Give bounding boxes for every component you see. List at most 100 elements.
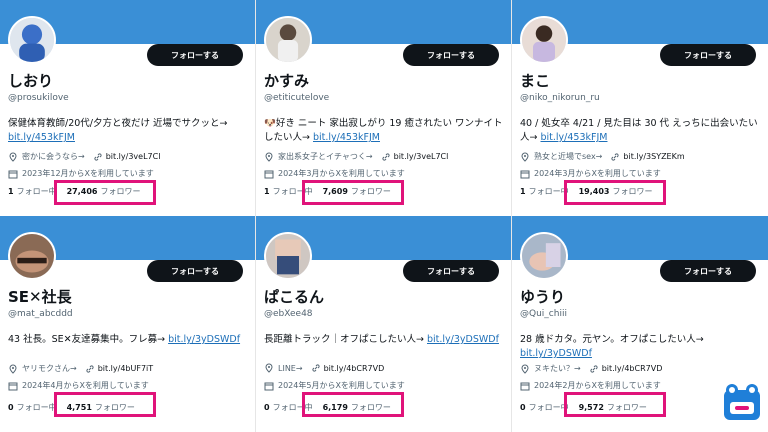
profile-url[interactable]: bit.ly/3SYZEKm <box>623 152 684 161</box>
followers-highlight <box>564 392 666 417</box>
following-label[interactable]: フォロー中 <box>17 186 57 197</box>
avatar[interactable] <box>8 232 56 280</box>
display-name[interactable]: しおり <box>8 70 53 91</box>
followers-highlight <box>54 392 156 417</box>
followers-highlight <box>54 180 156 205</box>
profile-url[interactable]: bit.ly/4bUF7iT <box>98 364 153 373</box>
display-name[interactable]: SE✕社長 <box>8 286 72 307</box>
profile-url[interactable]: bit.ly/3veL7Cl <box>106 152 161 161</box>
profile-bio: 保健体育教師/20代/夕方と夜だけ 近場でサクッと→ bit.ly/453kFJ… <box>8 117 248 145</box>
profile-url[interactable]: bit.ly/4bCR7VD <box>602 364 663 373</box>
follow-button[interactable]: フォローする <box>660 260 756 282</box>
profile-url[interactable]: bit.ly/4bCR7VD <box>324 364 385 373</box>
following-label[interactable]: フォロー中 <box>529 402 569 413</box>
profile-meta: ヌキたい？→ bit.ly/4bCR7VD <box>520 363 662 374</box>
bio-link[interactable]: bit.ly/3yDSWDf <box>520 348 592 359</box>
avatar[interactable] <box>520 16 568 64</box>
following-count[interactable]: 1 <box>264 187 270 196</box>
joined-row: 2023年12月からXを利用しています <box>8 168 154 179</box>
bio-link[interactable]: bit.ly/3yDSWDf <box>168 334 240 345</box>
joined-date: 2024年2月からXを利用しています <box>534 381 661 390</box>
user-handle: @mat_abcddd <box>8 309 73 319</box>
following-count[interactable]: 0 <box>8 403 14 412</box>
display-name[interactable]: まこ <box>520 70 550 91</box>
link-icon <box>311 364 320 372</box>
avatar[interactable] <box>520 232 568 280</box>
location-icon <box>265 363 273 373</box>
location-icon <box>9 363 17 374</box>
bio-text: 43 社長。SE✕友達募集中。フレ募→ <box>8 334 166 345</box>
following-count[interactable]: 1 <box>8 187 14 196</box>
profile-bio: 40 / 処女卒 4/21 / 見た目は 30 代 えっちに出会いたい人→ bi… <box>520 117 760 145</box>
location-text: 家出系女子とイチャつく→ <box>278 152 373 161</box>
follow-button[interactable]: フォローする <box>660 44 756 66</box>
avatar[interactable] <box>8 16 56 64</box>
following-count[interactable]: 0 <box>264 403 270 412</box>
location-icon <box>265 151 273 162</box>
joined-date: 2024年5月からXを利用しています <box>278 381 405 390</box>
profile-meta: LINE→ bit.ly/4bCR7VD <box>264 363 384 373</box>
location-text: 熟女と近場でsex→ <box>534 152 603 161</box>
link-icon <box>94 152 102 161</box>
bio-link[interactable]: bit.ly/453kFJM <box>541 132 608 143</box>
joined-date: 2024年4月からXを利用しています <box>22 381 149 390</box>
bio-text: 長距離トラック｜オフぱこしたい人→ <box>264 334 424 345</box>
profile-url[interactable]: bit.ly/3veL7Cl <box>394 152 449 161</box>
avatar[interactable] <box>264 16 312 64</box>
profile-grid: フォローする しおり @prosukilove 保健体育教師/20代/夕方と夜だ… <box>0 0 768 432</box>
joined-row: 2024年4月からXを利用しています <box>8 380 149 391</box>
link-icon <box>86 364 94 373</box>
calendar-icon <box>8 170 18 178</box>
link-icon <box>590 364 598 373</box>
follow-button[interactable]: フォローする <box>403 44 499 66</box>
joined-row: 2024年2月からXを利用しています <box>520 380 661 391</box>
following-count[interactable]: 1 <box>520 187 526 196</box>
profile-bio: 長距離トラック｜オフぱこしたい人→ bit.ly/3yDSWDf <box>264 333 504 347</box>
followers-highlight <box>302 392 404 417</box>
followers-highlight <box>564 180 666 205</box>
calendar-icon <box>520 170 530 178</box>
display-name[interactable]: かすみ <box>264 70 309 91</box>
bio-link[interactable]: bit.ly/3yDSWDf <box>427 334 499 345</box>
follow-button[interactable]: フォローする <box>147 44 243 66</box>
location-text: LINE→ <box>278 363 303 373</box>
location-text: ヤリモクさん→ <box>22 364 77 373</box>
location-icon <box>9 151 17 162</box>
location-text: 密かに会うなら→ <box>22 152 85 161</box>
display-name[interactable]: ぱこるん <box>264 286 324 307</box>
user-handle: @niko_nikorun_ru <box>520 93 600 103</box>
calendar-icon <box>264 382 274 390</box>
avatar[interactable] <box>264 232 312 280</box>
mascot-icon <box>724 384 760 420</box>
joined-date: 2024年3月からXを利用しています <box>534 169 661 178</box>
user-handle: @Qui_chiii <box>520 309 567 319</box>
profile-bio: 28 歳ドカタ。元ヤン。オフぱこしたい人→ bit.ly/3yDSWDf <box>520 333 760 361</box>
follow-button[interactable]: フォローする <box>147 260 243 282</box>
link-icon <box>382 152 390 161</box>
display-name[interactable]: ゆうり <box>520 286 565 307</box>
followers-highlight <box>302 180 404 205</box>
bio-text: 28 歳ドカタ。元ヤン。オフぱこしたい人→ <box>520 334 704 345</box>
joined-row: 2024年3月からXを利用しています <box>264 168 405 179</box>
calendar-icon <box>520 382 530 390</box>
joined-date: 2023年12月からXを利用しています <box>22 169 154 178</box>
profile-bio: 🐶好き ニート 家出寂しがり 19 癒されたい ワンナイトしたい人→ bit.l… <box>264 117 504 145</box>
calendar-icon <box>264 170 274 178</box>
location-icon <box>521 151 529 162</box>
calendar-icon <box>8 382 18 390</box>
profile-meta: 熟女と近場でsex→ bit.ly/3SYZEKm <box>520 151 685 162</box>
joined-row: 2024年3月からXを利用しています <box>520 168 661 179</box>
following-count[interactable]: 0 <box>520 403 526 412</box>
bio-link[interactable]: bit.ly/453kFJM <box>313 132 380 143</box>
location-icon <box>521 363 529 374</box>
user-handle: @prosukilove <box>8 93 69 103</box>
joined-date: 2024年3月からXを利用しています <box>278 169 405 178</box>
user-handle: @ebXee48 <box>264 309 313 319</box>
bio-text: 🐶好き ニート 家出寂しがり 19 癒されたい ワンナイトしたい人→ <box>264 118 503 143</box>
following-label[interactable]: フォロー中 <box>17 402 57 413</box>
follow-button[interactable]: フォローする <box>403 260 499 282</box>
following-label[interactable]: フォロー中 <box>529 186 569 197</box>
bio-link[interactable]: bit.ly/453kFJM <box>8 132 75 143</box>
profile-meta: ヤリモクさん→ bit.ly/4bUF7iT <box>8 363 153 374</box>
user-handle: @etiticutelove <box>264 93 330 103</box>
